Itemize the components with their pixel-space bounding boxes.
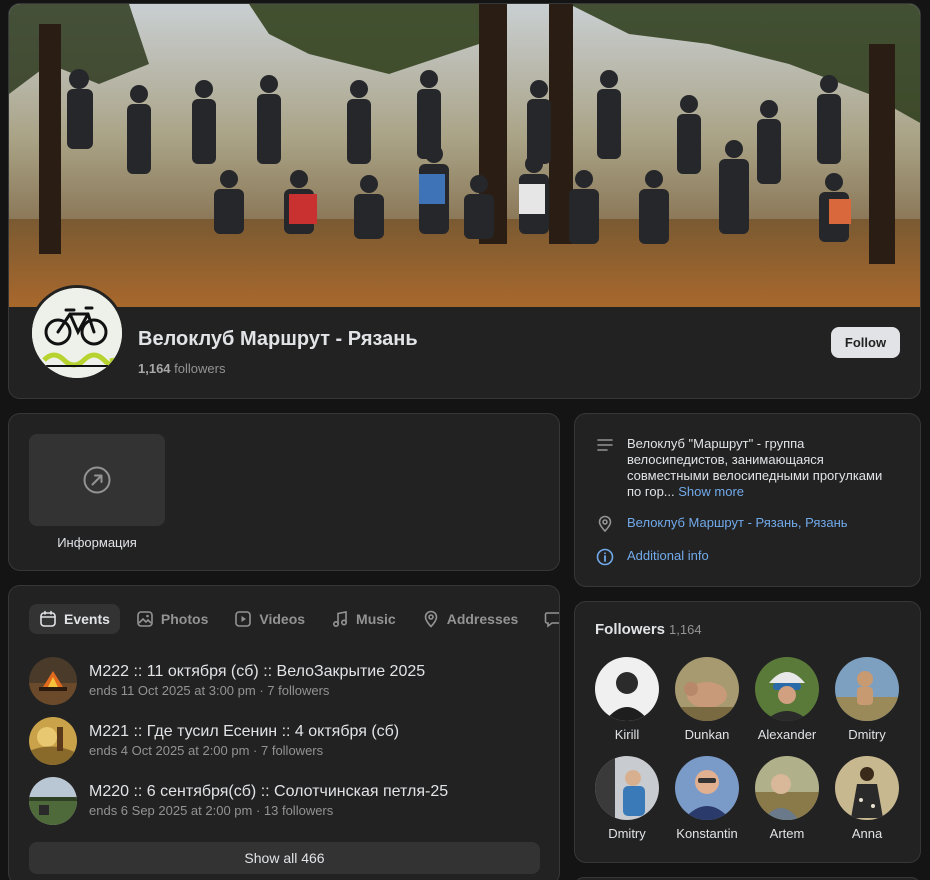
followers-count-number: 1,164 <box>138 361 171 376</box>
description-body: Велоклуб "Маршрут" - группа велосипедист… <box>627 436 883 499</box>
pin-icon <box>424 610 438 628</box>
tab-photos[interactable]: Photos <box>126 604 218 634</box>
follower-item[interactable]: Dmitry <box>827 657 907 742</box>
event-thumbnail <box>29 717 77 765</box>
avatar <box>755 756 819 820</box>
follower-item[interactable]: Alexander <box>747 657 827 742</box>
location-row: Велоклуб Маршрут - Рязань, Рязань <box>595 515 897 535</box>
avatar <box>595 756 659 820</box>
follower-item[interactable]: Kirill <box>587 657 667 742</box>
follower-item[interactable]: Dmitry <box>587 756 667 841</box>
follower-name: Artem <box>769 826 805 841</box>
info-tile[interactable] <box>29 434 165 526</box>
bicycle-logo-icon <box>32 288 122 378</box>
follower-item[interactable]: Dunkan <box>667 657 747 742</box>
info-tiles-card: Информация <box>8 413 560 571</box>
avatar <box>595 657 659 721</box>
follower-name: Anna <box>851 826 883 841</box>
event-item[interactable]: М220 :: 6 сентября(сб) :: Солотчинская п… <box>29 777 448 825</box>
avatar <box>835 657 899 721</box>
content-tabs: Events Photos Videos Music Addresses To <box>29 604 559 634</box>
follower-name: Kirill <box>614 727 640 742</box>
tab-events[interactable]: Events <box>29 604 120 634</box>
avatar <box>675 657 739 721</box>
event-thumbnail <box>29 657 77 705</box>
follower-name: Konstantin <box>676 826 738 841</box>
additional-info-row: Additional info <box>595 548 897 568</box>
show-more-link[interactable]: Show more <box>678 484 744 499</box>
description-text: Велоклуб "Маршрут" - группа велосипедист… <box>627 436 897 500</box>
chat-icon <box>545 612 559 628</box>
group-page: Велоклуб Маршрут - Рязань 1,164 follower… <box>0 0 930 880</box>
followers-title: Followers <box>595 621 666 638</box>
tab-addresses[interactable]: Addresses <box>412 604 529 634</box>
event-meta: ends 11 Oct 2025 at 3:00 pm · 7 follower… <box>89 683 330 698</box>
group-followers-count[interactable]: 1,164 followers <box>138 361 225 376</box>
event-text: М220 :: 6 сентября(сб) :: Солотчинская п… <box>89 782 448 820</box>
video-icon <box>235 611 252 627</box>
photo-icon <box>137 611 153 627</box>
tab-events-label: Events <box>64 611 110 627</box>
follower-item[interactable]: Anna <box>827 756 907 841</box>
follower-name: Dmitry <box>608 826 646 841</box>
event-text: М221 :: Где тусил Есенин :: 4 октября (с… <box>89 722 399 760</box>
text-lines-icon <box>595 436 615 456</box>
event-text: М222 :: 11 октября (сб) :: ВелоЗакрытие … <box>89 662 425 700</box>
event-thumbnail <box>29 777 77 825</box>
avatar <box>755 657 819 721</box>
music-icon <box>333 611 348 628</box>
calendar-icon <box>40 610 56 627</box>
content-tabs-card: Events Photos Videos Music Addresses To <box>8 585 560 880</box>
info-circle-icon <box>595 548 615 568</box>
avatar <box>675 756 739 820</box>
group-header-card: Велоклуб Маршрут - Рязань 1,164 follower… <box>8 3 921 399</box>
event-title: М222 :: 11 октября (сб) :: ВелоЗакрытие … <box>89 663 426 680</box>
tab-photos-label: Photos <box>160 611 209 627</box>
follower-name: Dmitry <box>848 727 886 742</box>
followers-header[interactable]: Followers 1,164 <box>595 621 702 638</box>
follower-name: Alexander <box>757 727 817 742</box>
event-meta: ends 4 Oct 2025 at 2:00 pm · 7 followers <box>89 743 324 758</box>
followers-grid: Kirill Dunkan Alexander Dmitry Dmitry Ko… <box>587 657 907 841</box>
tab-music[interactable]: Music <box>321 604 406 634</box>
show-all-events-button[interactable]: Show all 466 <box>29 842 540 874</box>
tab-music-label: Music <box>356 611 396 627</box>
info-tile-label: Информация <box>57 535 137 550</box>
tab-topics[interactable]: To <box>534 604 559 634</box>
group-avatar[interactable] <box>29 285 125 381</box>
avatar <box>835 756 899 820</box>
follow-button[interactable]: Follow <box>831 327 900 358</box>
group-title: Велоклуб Маршрут - Рязань <box>138 328 418 350</box>
tab-addresses-label: Addresses <box>446 611 519 627</box>
about-card: Велоклуб "Маршрут" - группа велосипедист… <box>574 413 921 587</box>
cover-photo-illustration <box>9 4 920 307</box>
event-title: М221 :: Где тусил Есенин :: 4 октября (с… <box>89 723 400 740</box>
additional-info-link[interactable]: Additional info <box>627 548 897 568</box>
event-item[interactable]: М222 :: 11 октября (сб) :: ВелоЗакрытие … <box>29 657 425 705</box>
description-row: Велоклуб "Маршрут" - группа велосипедист… <box>595 436 897 500</box>
external-arrow-icon <box>83 466 111 494</box>
followers-word: followers <box>174 361 226 376</box>
tab-videos-label: Videos <box>259 611 306 627</box>
cover-photo[interactable] <box>9 4 920 307</box>
location-pin-icon <box>595 515 615 535</box>
follower-item[interactable]: Artem <box>747 756 827 841</box>
tab-videos[interactable]: Videos <box>224 604 315 634</box>
follower-name: Dunkan <box>684 727 730 742</box>
event-meta: ends 6 Sep 2025 at 2:00 pm · 13 follower… <box>89 803 334 818</box>
location-link[interactable]: Велоклуб Маршрут - Рязань, Рязань <box>627 515 897 535</box>
follower-item[interactable]: Konstantin <box>667 756 747 841</box>
event-item[interactable]: М221 :: Где тусил Есенин :: 4 октября (с… <box>29 717 399 765</box>
followers-card: Followers 1,164 Kirill Dunkan Alexander D… <box>574 601 921 863</box>
followers-count: 1,164 <box>669 622 702 637</box>
event-title: М220 :: 6 сентября(сб) :: Солотчинская п… <box>89 783 449 800</box>
